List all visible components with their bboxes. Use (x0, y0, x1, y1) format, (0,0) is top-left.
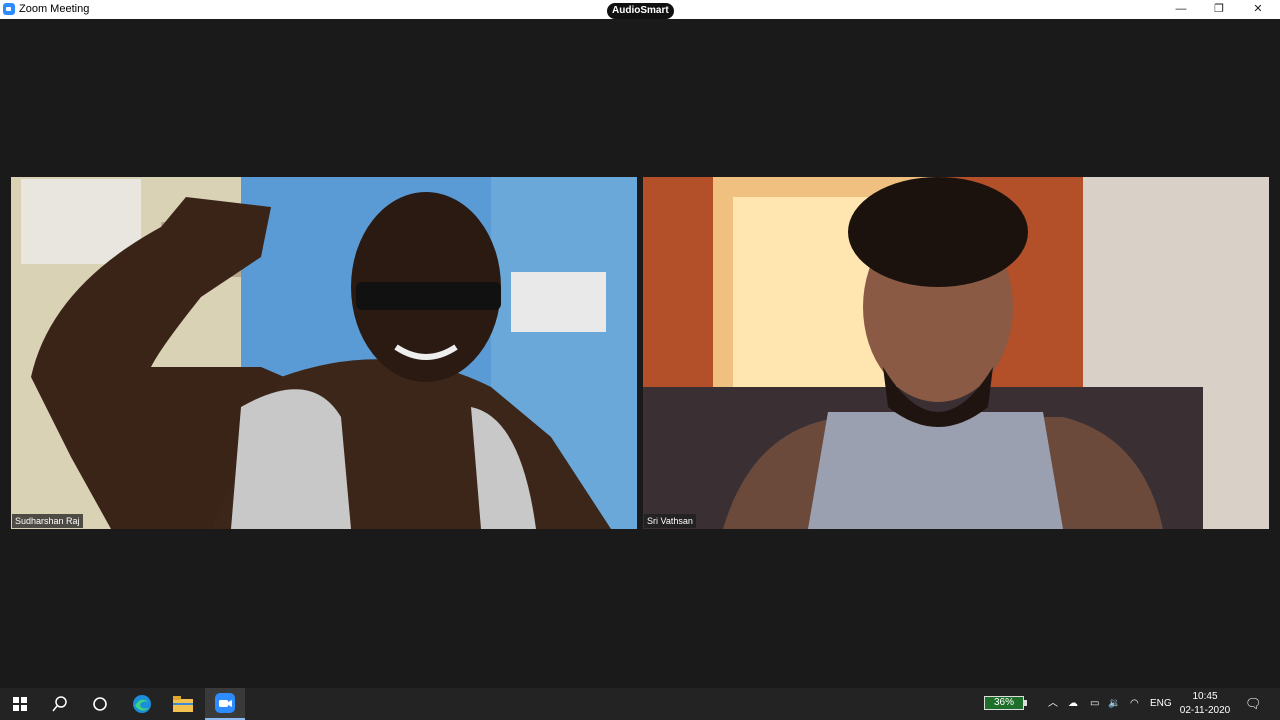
window-title: Zoom Meeting (19, 3, 90, 15)
zoom-app-icon (3, 3, 15, 15)
task-view-icon[interactable] (80, 688, 120, 720)
participant-name-label: Sri Vathsan (644, 514, 696, 528)
battery-indicator[interactable]: 36% (984, 696, 1027, 710)
zoom-meeting-window: Zoom Meeting AudioSmart — ❐ ✕ Sudharshan… (0, 0, 1280, 688)
windows-start-icon[interactable] (0, 688, 40, 720)
notification-icon[interactable]: 🗨 (1245, 688, 1262, 720)
file-explorer-icon[interactable] (163, 688, 203, 720)
language-indicator[interactable]: ENG (1150, 688, 1172, 720)
wifi-icon[interactable]: ◠ (1130, 688, 1139, 720)
participant-video-feed (11, 177, 637, 529)
clock[interactable]: 10:45 02-11-2020 (1178, 690, 1232, 718)
close-button[interactable]: ✕ (1240, 0, 1276, 19)
zoom-app-icon[interactable] (205, 688, 245, 720)
clock-time: 10:45 (1192, 691, 1218, 702)
edge-browser-icon[interactable] (122, 688, 162, 720)
minimize-button[interactable]: — (1163, 0, 1199, 19)
battery-icon[interactable]: ▭ (1090, 688, 1099, 720)
participant-video-feed (643, 177, 1269, 529)
title-bar: Zoom Meeting AudioSmart — ❐ ✕ (0, 0, 1280, 19)
speaker-icon[interactable]: 🔉 (1108, 688, 1120, 720)
chevron-up-icon[interactable]: ︿ (1048, 688, 1058, 720)
audiosmart-badge[interactable]: AudioSmart (607, 3, 674, 19)
participant-video-tile[interactable]: Sudharshan Raj (11, 177, 637, 529)
windows-taskbar: 36% ︿ ☁ ▭ 🔉 ◠ ENG 10:45 02-11-2020 🗨 (0, 688, 1280, 720)
participant-video-tile[interactable]: Sri Vathsan (643, 177, 1269, 529)
cloud-icon[interactable]: ☁ (1068, 688, 1078, 720)
maximize-button[interactable]: ❐ (1201, 0, 1237, 19)
search-icon[interactable] (40, 688, 80, 720)
participant-name-label: Sudharshan Raj (12, 514, 83, 528)
clock-date: 02-11-2020 (1179, 705, 1231, 716)
